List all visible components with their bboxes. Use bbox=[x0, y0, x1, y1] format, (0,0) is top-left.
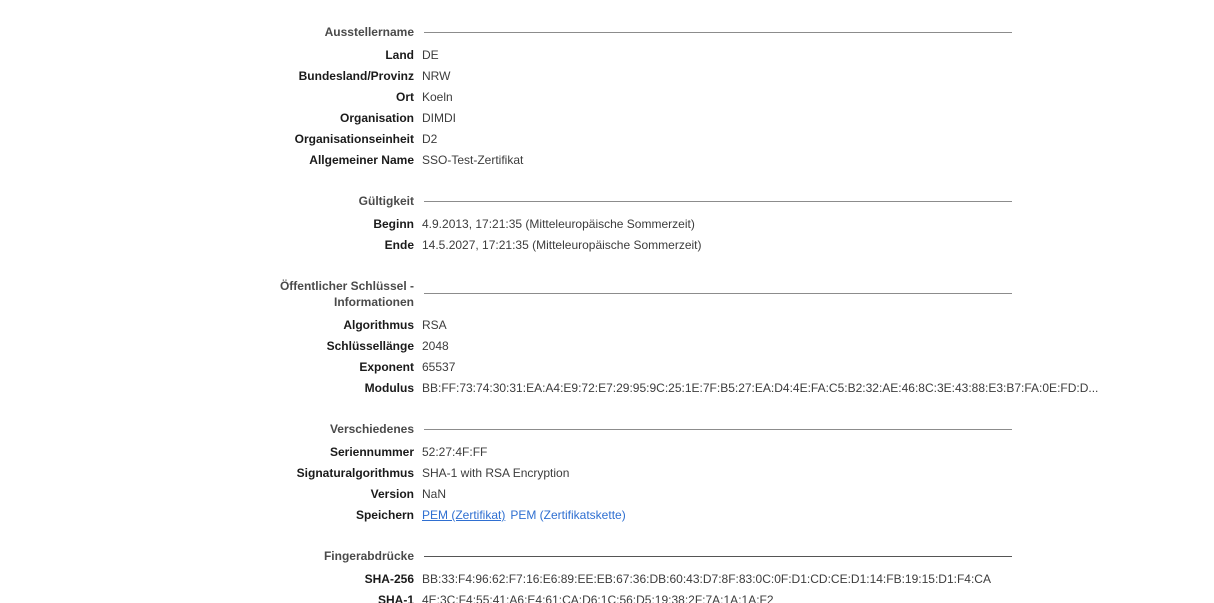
field-row-version: Version NaN bbox=[0, 484, 1214, 505]
field-label: Exponent bbox=[359, 360, 414, 374]
field-row-signature-algorithm: Signaturalgorithmus SHA-1 with RSA Encry… bbox=[0, 463, 1214, 484]
section-validity: Gültigkeit Beginn 4.9.2013, 17:21:35 (Mi… bbox=[0, 193, 1214, 256]
field-label: SHA-1 bbox=[377, 593, 414, 603]
download-pem-certificate-link[interactable]: PEM (Zertifikat) bbox=[422, 508, 505, 522]
field-value: NaN bbox=[422, 487, 447, 501]
field-row-not-after: Ende 14.5.2027, 17:21:35 (Mitteleuropäis… bbox=[0, 235, 1214, 256]
section-miscellaneous: Verschiedenes Seriennummer 52:27:4F:FF S… bbox=[0, 421, 1214, 526]
field-value: 4E:3C:F4:55:41:A6:E4:61:CA:D6:1C:56:D5:1… bbox=[422, 593, 774, 603]
field-value: 65537 bbox=[422, 360, 456, 374]
section-divider bbox=[424, 555, 1012, 557]
section-header: Gültigkeit bbox=[0, 193, 1214, 209]
field-value: 4.9.2013, 17:21:35 (Mitteleuropäische So… bbox=[422, 217, 695, 231]
section-title: Fingerabdrücke bbox=[323, 549, 414, 563]
field-label: Signaturalgorithmus bbox=[296, 466, 414, 480]
section-divider bbox=[424, 200, 1012, 202]
section-title: Öffentlicher Schlüssel - Informationen bbox=[0, 278, 414, 310]
field-label: Speichern bbox=[355, 508, 414, 522]
field-label: Organisationseinheit bbox=[294, 132, 414, 146]
field-value: SHA-1 with RSA Encryption bbox=[422, 466, 570, 480]
field-row-algorithm: Algorithmus RSA bbox=[0, 315, 1214, 336]
section-title: Ausstellername bbox=[324, 25, 414, 39]
field-value: 14.5.2027, 17:21:35 (Mitteleuropäische S… bbox=[422, 238, 702, 252]
field-label: SHA-256 bbox=[364, 572, 414, 586]
section-header: Ausstellername bbox=[0, 24, 1214, 40]
section-title-line: Informationen bbox=[334, 295, 414, 309]
field-value: SSO-Test-Zertifikat bbox=[422, 153, 524, 167]
field-label: Version bbox=[370, 487, 414, 501]
field-row-locality: Ort Koeln bbox=[0, 87, 1214, 108]
field-value: D2 bbox=[422, 132, 438, 146]
download-links: PEM (Zertifikat) PEM (Zertifikatskette) bbox=[422, 505, 626, 526]
field-value: BB:FF:73:74:30:31:EA:A4:E9:72:E7:29:95:9… bbox=[422, 381, 1099, 395]
section-title: Gültigkeit bbox=[358, 194, 414, 208]
field-row-exponent: Exponent 65537 bbox=[0, 357, 1214, 378]
field-row-state: Bundesland/Provinz NRW bbox=[0, 66, 1214, 87]
field-value: DIMDI bbox=[422, 111, 456, 125]
section-title: Verschiedenes bbox=[329, 422, 414, 436]
field-label: Bundesland/Provinz bbox=[298, 69, 414, 83]
field-label: Schlüssellänge bbox=[326, 339, 414, 353]
section-divider bbox=[424, 428, 1012, 430]
field-row-sha1: SHA-1 4E:3C:F4:55:41:A6:E4:61:CA:D6:1C:5… bbox=[0, 590, 1214, 603]
field-row-common-name: Allgemeiner Name SSO-Test-Zertifikat bbox=[0, 150, 1214, 171]
field-row-download: Speichern PEM (Zertifikat) PEM (Zertifika… bbox=[0, 505, 1214, 526]
field-label: Ort bbox=[396, 90, 414, 104]
section-header: Fingerabdrücke bbox=[0, 548, 1214, 564]
field-row-not-before: Beginn 4.9.2013, 17:21:35 (Mitteleuropäi… bbox=[0, 214, 1214, 235]
field-label: Allgemeiner Name bbox=[309, 153, 414, 167]
field-row-organization: Organisation DIMDI bbox=[0, 108, 1214, 129]
section-header: Verschiedenes bbox=[0, 421, 1214, 437]
section-header: Öffentlicher Schlüssel - Informationen bbox=[0, 278, 1214, 310]
section-fingerprints: Fingerabdrücke SHA-256 BB:33:F4:96:62:F7… bbox=[0, 548, 1214, 603]
field-row-sha256: SHA-256 BB:33:F4:96:62:F7:16:E6:89:EE:EB… bbox=[0, 569, 1214, 590]
field-value: 2048 bbox=[422, 339, 449, 353]
field-label: Seriennummer bbox=[329, 445, 414, 459]
section-divider bbox=[424, 31, 1012, 33]
field-value: RSA bbox=[422, 318, 447, 332]
field-value: NRW bbox=[422, 69, 451, 83]
field-row-serial-number: Seriennummer 52:27:4F:FF bbox=[0, 442, 1214, 463]
section-divider bbox=[424, 292, 1012, 294]
field-value: 52:27:4F:FF bbox=[422, 445, 488, 459]
field-row-key-size: Schlüssellänge 2048 bbox=[0, 336, 1214, 357]
field-value: Koeln bbox=[422, 90, 453, 104]
field-label: Beginn bbox=[373, 217, 414, 231]
section-issuer-name: Ausstellername Land DE Bundesland/Provin… bbox=[0, 24, 1214, 171]
field-label: Algorithmus bbox=[343, 318, 414, 332]
field-label: Organisation bbox=[339, 111, 414, 125]
field-value: BB:33:F4:96:62:F7:16:E6:89:EE:EB:67:36:D… bbox=[422, 572, 991, 586]
field-row-country: Land DE bbox=[0, 45, 1214, 66]
download-pem-chain-link[interactable]: PEM (Zertifikatskette) bbox=[510, 508, 625, 522]
section-title-line: Öffentlicher Schlüssel - bbox=[279, 279, 414, 293]
field-label: Ende bbox=[384, 238, 414, 252]
field-row-modulus: Modulus BB:FF:73:74:30:31:EA:A4:E9:72:E7… bbox=[0, 378, 1214, 399]
certificate-viewer: Ausstellername Land DE Bundesland/Provin… bbox=[0, 0, 1214, 603]
field-row-organizational-unit: Organisationseinheit D2 bbox=[0, 129, 1214, 150]
section-public-key-info: Öffentlicher Schlüssel - Informationen A… bbox=[0, 278, 1214, 399]
field-label: Land bbox=[385, 48, 414, 62]
field-value: DE bbox=[422, 48, 439, 62]
field-label: Modulus bbox=[364, 381, 414, 395]
